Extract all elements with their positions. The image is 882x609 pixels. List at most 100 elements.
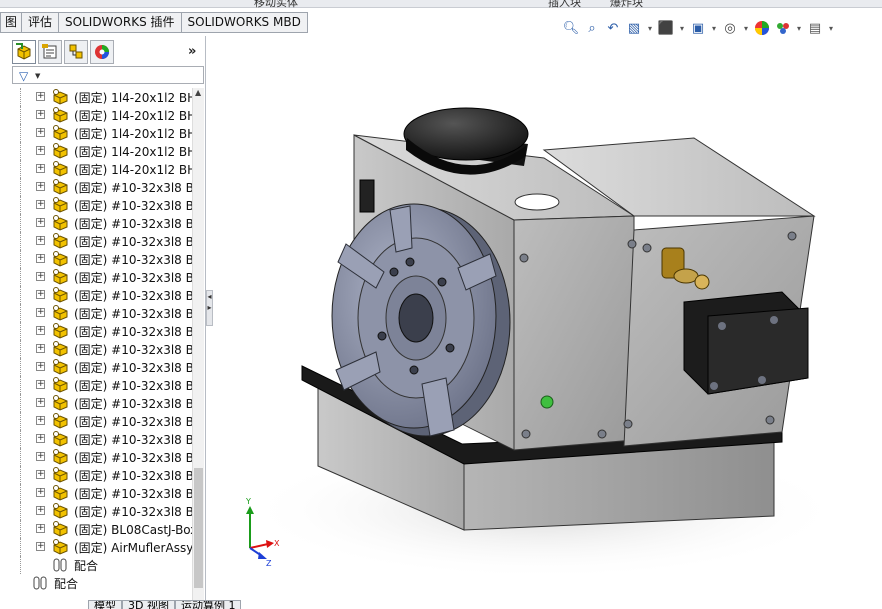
- chevron-down-icon[interactable]: ▾: [646, 19, 654, 37]
- tree-item[interactable]: + (固定) #10-32x3l8 BH: [12, 196, 192, 214]
- feature-manager-tab[interactable]: [12, 40, 36, 64]
- chevron-down-icon[interactable]: ▾: [678, 19, 686, 37]
- expand-toggle[interactable]: +: [36, 92, 45, 101]
- tree-item[interactable]: + (固定) #10-32x3l8 BH: [12, 178, 192, 196]
- expand-toggle[interactable]: +: [36, 182, 45, 191]
- view-orientation-icon[interactable]: ⬛: [657, 19, 675, 37]
- panel-expand-button[interactable]: »: [188, 44, 196, 59]
- expand-toggle[interactable]: +: [36, 416, 45, 425]
- tree-item[interactable]: + (固定) #10-32x3l8 BH: [12, 286, 192, 304]
- tab-solidworks-mbd[interactable]: SOLIDWORKS MBD: [181, 12, 308, 33]
- scroll-up-icon[interactable]: ▲: [195, 88, 201, 97]
- expand-toggle[interactable]: +: [36, 506, 45, 515]
- filter-icon[interactable]: ▽: [19, 69, 28, 83]
- expand-toggle[interactable]: +: [36, 434, 45, 443]
- tree-item[interactable]: + (固定) 1l4-20x1l2 BH: [12, 142, 192, 160]
- part-icon: [52, 521, 70, 537]
- tree-item[interactable]: + (固定) #10-32x3l8 BH: [12, 448, 192, 466]
- expand-toggle[interactable]: +: [36, 236, 45, 245]
- triad-y-label: Y: [245, 497, 251, 506]
- model-view[interactable]: Y X Z: [214, 40, 882, 600]
- tree-item[interactable]: + (固定) #10-32x3l8 BH: [12, 412, 192, 430]
- tree-item[interactable]: + (固定) 1l4-20x1l2 BH: [12, 160, 192, 178]
- chevron-down-icon[interactable]: ▾: [710, 19, 718, 37]
- expand-toggle[interactable]: +: [36, 164, 45, 173]
- tree-item[interactable]: + (固定) 1l4-20x1l2 BH: [12, 88, 192, 106]
- tree-item[interactable]: + (固定) #10-32x3l8 BH: [12, 376, 192, 394]
- tree-item[interactable]: + (固定) #10-32x3l8 BH: [12, 358, 192, 376]
- expand-toggle[interactable]: +: [36, 524, 45, 533]
- tree-item[interactable]: + (固定) 1l4-20x1l2 BH: [12, 106, 192, 124]
- expand-toggle[interactable]: +: [36, 488, 45, 497]
- tree-vertical-scrollbar[interactable]: ▲ ▼: [192, 88, 204, 609]
- tree-item[interactable]: + (固定) #10-32x3l8 BH: [12, 304, 192, 322]
- tab-motion-study[interactable]: 运动算例 1: [174, 600, 242, 609]
- expand-toggle[interactable]: +: [36, 110, 45, 119]
- tree-item-label: (固定) 1l4-20x1l2 BH: [74, 91, 192, 105]
- explode-block-command[interactable]: 爆炸块: [610, 0, 643, 10]
- zoom-area-icon[interactable]: ⌕: [583, 19, 601, 37]
- expand-toggle[interactable]: +: [36, 200, 45, 209]
- tree-item[interactable]: + (固定) #10-32x3l8 BH: [12, 430, 192, 448]
- tree-item-mates[interactable]: 配合: [12, 574, 192, 592]
- hide-show-icon[interactable]: ◎: [721, 19, 739, 37]
- section-view-icon[interactable]: ▧: [625, 19, 643, 37]
- tree-item[interactable]: + (固定) #10-32x3l8 BH: [12, 340, 192, 358]
- expand-toggle[interactable]: +: [36, 326, 45, 335]
- tree-item[interactable]: + (固定) #10-32x3l8 BH: [12, 484, 192, 502]
- expand-toggle[interactable]: +: [36, 542, 45, 551]
- expand-toggle[interactable]: +: [36, 146, 45, 155]
- property-manager-tab[interactable]: [38, 40, 62, 64]
- tab-solidworks-addins[interactable]: SOLIDWORKS 插件: [59, 12, 182, 33]
- scroll-thumb[interactable]: [194, 468, 203, 588]
- part-icon: [52, 503, 70, 519]
- expand-toggle[interactable]: +: [36, 290, 45, 299]
- tree-item[interactable]: + (固定) AirMuflerAssy: [12, 538, 192, 556]
- tree-item[interactable]: + (固定) #10-32x3l8 BH: [12, 466, 192, 484]
- expand-toggle[interactable]: +: [36, 380, 45, 389]
- tree-item[interactable]: + (固定) BL08CastJ-Box: [12, 520, 192, 538]
- tree-item[interactable]: + (固定) #10-32x3l8 BH: [12, 214, 192, 232]
- graphics-area[interactable]: Y X Z: [214, 40, 882, 600]
- panel-splitter-handle[interactable]: ◂ ▸: [206, 290, 213, 326]
- expand-toggle[interactable]: +: [36, 362, 45, 371]
- scene-icon[interactable]: [774, 19, 792, 37]
- chevron-down-icon[interactable]: ▾: [742, 19, 750, 37]
- chevron-down-icon[interactable]: ▼: [35, 72, 40, 80]
- tab-evaluate[interactable]: 评估: [22, 12, 60, 33]
- move-body-command[interactable]: 移动实体: [254, 0, 298, 10]
- tab-sketch[interactable]: 图: [0, 12, 23, 33]
- chevron-down-icon[interactable]: ▾: [827, 19, 835, 37]
- tab-3d-view[interactable]: 3D 视图: [122, 600, 175, 609]
- configuration-manager-tab[interactable]: [64, 40, 88, 64]
- feature-tree-filter[interactable]: ▽ ▼: [12, 66, 204, 84]
- expand-toggle[interactable]: +: [36, 470, 45, 479]
- expand-toggle[interactable]: +: [36, 398, 45, 407]
- tree-item-sub-mates[interactable]: 配合: [12, 556, 192, 574]
- expand-toggle[interactable]: +: [36, 254, 45, 263]
- tree-item[interactable]: + (固定) #10-32x3l8 BH: [12, 232, 192, 250]
- display-manager-tab[interactable]: [90, 40, 114, 64]
- expand-toggle[interactable]: +: [36, 308, 45, 317]
- appearance-icon[interactable]: [753, 19, 771, 37]
- previous-view-icon[interactable]: ↶: [604, 19, 622, 37]
- tab-model[interactable]: 模型: [88, 600, 122, 609]
- expand-toggle[interactable]: +: [36, 452, 45, 461]
- zoom-to-fit-icon[interactable]: 🔍︎: [562, 19, 580, 37]
- tree-item[interactable]: + (固定) #10-32x3l8 BH: [12, 322, 192, 340]
- tree-item[interactable]: + (固定) 1l4-20x1l2 BH: [12, 124, 192, 142]
- expand-toggle[interactable]: +: [36, 128, 45, 137]
- tree-item[interactable]: + (固定) #10-32x3l8 BH: [12, 502, 192, 520]
- part-icon: [52, 305, 70, 321]
- tree-item[interactable]: + (固定) #10-32x3l8 BH: [12, 268, 192, 286]
- expand-toggle[interactable]: +: [36, 344, 45, 353]
- chevron-down-icon[interactable]: ▾: [795, 19, 803, 37]
- tree-item[interactable]: + (固定) #10-32x3l8 BH: [12, 394, 192, 412]
- expand-toggle[interactable]: +: [36, 218, 45, 227]
- expand-toggle[interactable]: +: [36, 272, 45, 281]
- tree-item[interactable]: + (固定) #10-32x3l8 BH: [12, 250, 192, 268]
- insert-block-command[interactable]: 插入块: [548, 0, 581, 10]
- view-settings-icon[interactable]: ▤: [806, 19, 824, 37]
- display-style-icon[interactable]: ▣: [689, 19, 707, 37]
- model-tabs: 模型 3D 视图 运动算例 1: [88, 600, 242, 609]
